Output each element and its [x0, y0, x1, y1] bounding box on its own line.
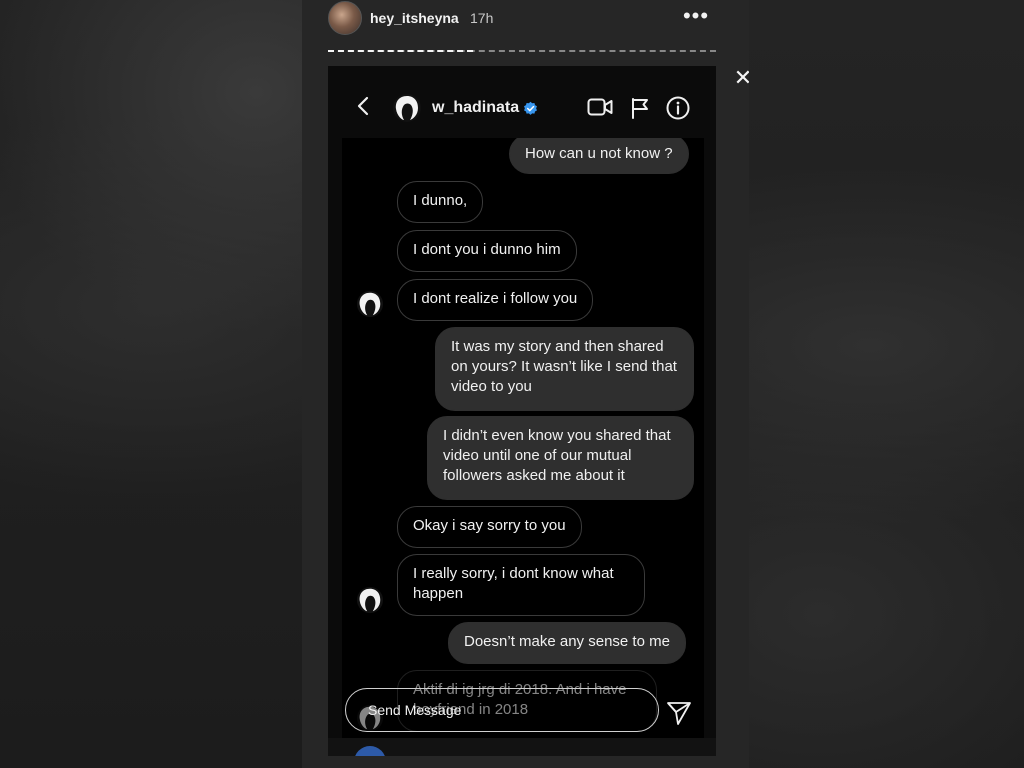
- flag-icon[interactable]: [630, 97, 650, 119]
- back-icon[interactable]: [354, 94, 374, 118]
- story-username[interactable]: hey_itsheyna: [370, 10, 459, 26]
- contact-avatar[interactable]: [356, 290, 384, 318]
- message-incoming[interactable]: I dont realize i follow you: [397, 279, 594, 321]
- contact-avatar[interactable]: [392, 93, 422, 123]
- message-composer[interactable]: [345, 688, 659, 732]
- video-call-icon[interactable]: [587, 97, 613, 117]
- send-icon[interactable]: [666, 700, 692, 726]
- close-icon[interactable]: ✕: [731, 66, 749, 90]
- contact-name[interactable]: w_hadinata: [432, 99, 519, 117]
- message-incoming[interactable]: I dunno,: [397, 181, 484, 223]
- story-viewer: hey_itsheyna 17h ••• w_hadinata How can …: [302, 0, 749, 768]
- dm-screenshot: w_hadinata How can u not know ? I dunno,…: [328, 66, 716, 756]
- message-outgoing[interactable]: How can u not know ?: [509, 138, 689, 174]
- message-incoming[interactable]: Okay i say sorry to you: [397, 506, 582, 548]
- story-avatar[interactable]: [328, 1, 362, 35]
- story-time: 17h: [470, 10, 494, 26]
- message-outgoing[interactable]: I didn’t even know you shared that video…: [427, 416, 694, 500]
- dm-header: w_hadinata: [328, 66, 716, 138]
- more-horizontal-icon[interactable]: •••: [680, 4, 712, 28]
- contact-avatar[interactable]: [356, 586, 384, 614]
- info-icon[interactable]: [666, 96, 690, 120]
- verified-badge-icon: [524, 101, 537, 115]
- message-outgoing[interactable]: It was my story and then shared on yours…: [435, 327, 694, 411]
- message-thread[interactable]: How can u not know ? I dunno, I dont you…: [342, 138, 704, 756]
- bottom-bar: [328, 738, 716, 756]
- story-header: hey_itsheyna 17h •••: [302, 0, 749, 40]
- story-progress-fill: [328, 50, 473, 54]
- message-incoming[interactable]: I really sorry, i dont know what happen: [397, 554, 645, 616]
- send-message-input[interactable]: [366, 701, 640, 719]
- message-incoming[interactable]: I dont you i dunno him: [397, 230, 577, 272]
- message-outgoing[interactable]: Doesn’t make any sense to me: [448, 622, 686, 664]
